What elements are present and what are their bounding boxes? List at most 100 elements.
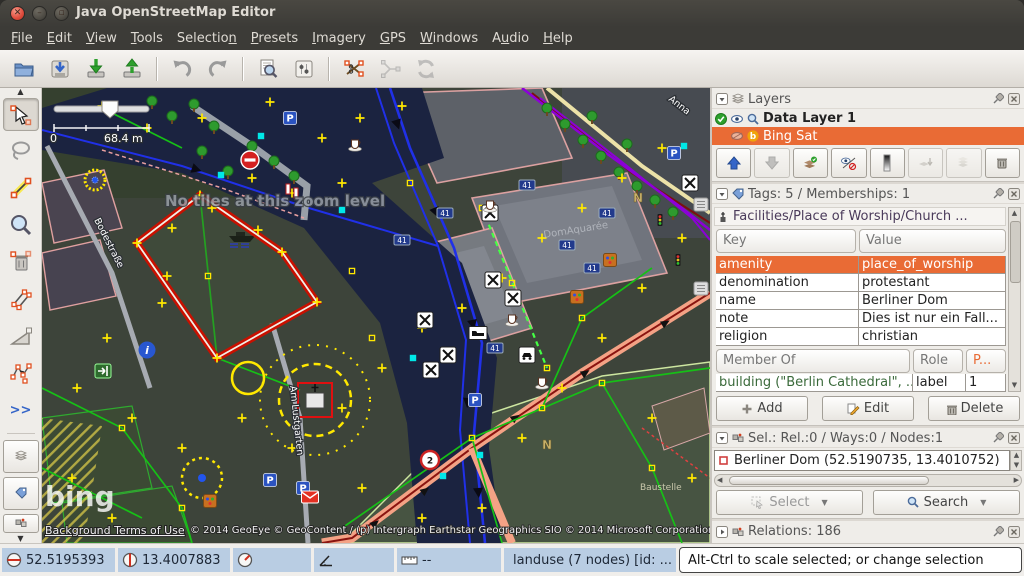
add-tag-button[interactable]: Add	[716, 396, 808, 421]
scroll-down-icon[interactable]: ▼	[1009, 380, 1020, 391]
layer-opacity-button[interactable]	[870, 148, 905, 178]
value-column-header[interactable]: Value	[859, 229, 1006, 253]
scroll-right-icon[interactable]: ▶	[1014, 476, 1019, 484]
layer-row-bing[interactable]: Bing Sat	[712, 127, 1024, 145]
member-of-column-header[interactable]: Member Of	[716, 349, 910, 373]
layer-move-down-button[interactable]	[754, 148, 789, 178]
toggle-tags-panel-button[interactable]	[3, 477, 39, 510]
menu-edit[interactable]: Edit	[40, 29, 79, 48]
lasso-tool-button[interactable]	[3, 135, 39, 168]
hidden-eye-icon[interactable]	[731, 130, 743, 142]
tag-value[interactable]: christian	[859, 328, 1006, 346]
scroll-down-icon[interactable]: ▼	[1011, 460, 1022, 471]
layer-activate-button[interactable]	[793, 148, 828, 178]
open-file-button[interactable]	[8, 54, 40, 84]
menu-presets[interactable]: Presets	[244, 29, 305, 48]
map-canvas[interactable]: P 41	[42, 88, 710, 543]
zoom-tool-button[interactable]	[3, 209, 39, 242]
menu-view[interactable]: View	[79, 29, 124, 48]
maximize-window-button[interactable]: ▫	[54, 6, 69, 21]
tag-value[interactable]: Dies ist nur ein Fall...	[859, 310, 1006, 328]
membership-relation[interactable]: building ("Berlin Cathedral", ...	[716, 374, 913, 392]
preferences-button[interactable]	[288, 54, 320, 84]
pin-icon[interactable]	[992, 93, 1004, 105]
tag-value[interactable]: place_of_worship	[859, 256, 1006, 274]
pin-icon[interactable]	[992, 432, 1004, 444]
tag-key[interactable]: religion	[716, 328, 859, 346]
search-button[interactable]	[252, 54, 284, 84]
scroll-up-icon[interactable]: ▲	[1009, 208, 1020, 219]
improve-way-accuracy-tool-button[interactable]	[3, 357, 39, 390]
terms-of-use-link[interactable]: Background Terms of Use	[45, 524, 185, 537]
selection-vscroll[interactable]: ▲ ▼	[1010, 450, 1022, 471]
select-tool-button[interactable]	[3, 98, 39, 131]
dropdown-arrow-icon[interactable]: ▼	[980, 498, 986, 507]
toggle-layers-panel-button[interactable]	[3, 440, 39, 473]
tags-scrollbar[interactable]: ▲ ▼	[1008, 207, 1021, 392]
menu-tools[interactable]: Tools	[124, 29, 170, 48]
menu-help[interactable]: Help	[536, 29, 580, 48]
split-way-button[interactable]	[338, 54, 370, 84]
combine-way-button[interactable]	[374, 54, 406, 84]
undo-button[interactable]	[166, 54, 198, 84]
scroll-left-icon[interactable]: ◀	[717, 476, 722, 484]
layer-visibility-button[interactable]	[831, 148, 866, 178]
extrude-tool-button[interactable]	[3, 320, 39, 353]
menu-imagery[interactable]: Imagery	[305, 29, 373, 48]
layer-delete-button[interactable]	[985, 148, 1020, 178]
delete-tag-button[interactable]: Delete	[928, 396, 1020, 421]
minimize-window-button[interactable]: –	[32, 6, 47, 21]
tag-value[interactable]: protestant	[859, 274, 1006, 292]
tag-value[interactable]: Berliner Dom	[859, 292, 1006, 310]
layer-duplicate-button[interactable]	[946, 148, 981, 178]
tag-key[interactable]: note	[716, 310, 859, 328]
hscroll-thumb[interactable]	[729, 476, 929, 485]
key-column-header[interactable]: Key	[716, 229, 856, 253]
collapse-icon[interactable]	[716, 432, 728, 444]
collapse-icon[interactable]	[716, 93, 728, 105]
role-column-header[interactable]: Role	[913, 349, 963, 373]
collapse-icon[interactable]	[716, 188, 728, 200]
layer-row-data[interactable]: Data Layer 1	[712, 110, 1024, 127]
menu-gps[interactable]: GPS	[373, 29, 413, 48]
delete-tool-button[interactable]	[3, 246, 39, 279]
close-icon[interactable]	[1008, 93, 1020, 105]
position-column-header[interactable]: P...	[966, 349, 1006, 373]
tag-key[interactable]: denomination	[716, 274, 859, 292]
layer-move-up-button[interactable]	[716, 148, 751, 178]
parallel-way-tool-button[interactable]	[3, 283, 39, 316]
menu-windows[interactable]: Windows	[413, 29, 485, 48]
search-button[interactable]: Search ▼	[873, 490, 1020, 515]
toolbar-scroll-up-icon[interactable]: ▲	[17, 88, 23, 96]
selection-item[interactable]: Berliner Dom (52.5190735, 13.4010752)	[734, 453, 1000, 468]
menu-selection[interactable]: Selection	[170, 29, 244, 48]
pin-icon[interactable]	[992, 526, 1004, 538]
layer-merge-button[interactable]	[908, 148, 943, 178]
visible-eye-icon[interactable]	[731, 113, 743, 125]
close-icon[interactable]	[1008, 188, 1020, 200]
selection-hscroll[interactable]: ◀ ▶	[714, 474, 1022, 487]
membership-role[interactable]: label	[913, 374, 966, 392]
draw-nodes-tool-button[interactable]	[3, 172, 39, 205]
upload-data-button[interactable]	[116, 54, 148, 84]
map-side-toggle2-icon[interactable]	[694, 282, 708, 295]
membership-position[interactable]: 1	[966, 374, 1006, 392]
more-tools-button[interactable]: >>	[3, 394, 39, 427]
save-button[interactable]	[44, 54, 76, 84]
selection-list[interactable]: Berliner Dom (52.5190735, 13.4010752)	[714, 450, 1010, 471]
close-window-button[interactable]: ✕	[10, 6, 25, 21]
map-side-toggle-icon[interactable]	[694, 198, 708, 211]
close-icon[interactable]	[1008, 432, 1020, 444]
preset-link[interactable]: Facilities/Place of Worship/Church ...	[714, 207, 1006, 226]
expand-icon[interactable]	[716, 526, 728, 538]
edit-tag-button[interactable]: Edit	[822, 396, 914, 421]
dropdown-arrow-icon[interactable]: ▼	[821, 498, 827, 507]
tag-key[interactable]: name	[716, 292, 859, 310]
close-icon[interactable]	[1008, 526, 1020, 538]
pin-icon[interactable]	[992, 188, 1004, 200]
redo-button[interactable]	[202, 54, 234, 84]
select-button[interactable]: Select ▼	[716, 490, 863, 515]
menu-audio[interactable]: Audio	[485, 29, 536, 48]
menu-file[interactable]: File	[4, 29, 40, 48]
download-data-button[interactable]	[80, 54, 112, 84]
